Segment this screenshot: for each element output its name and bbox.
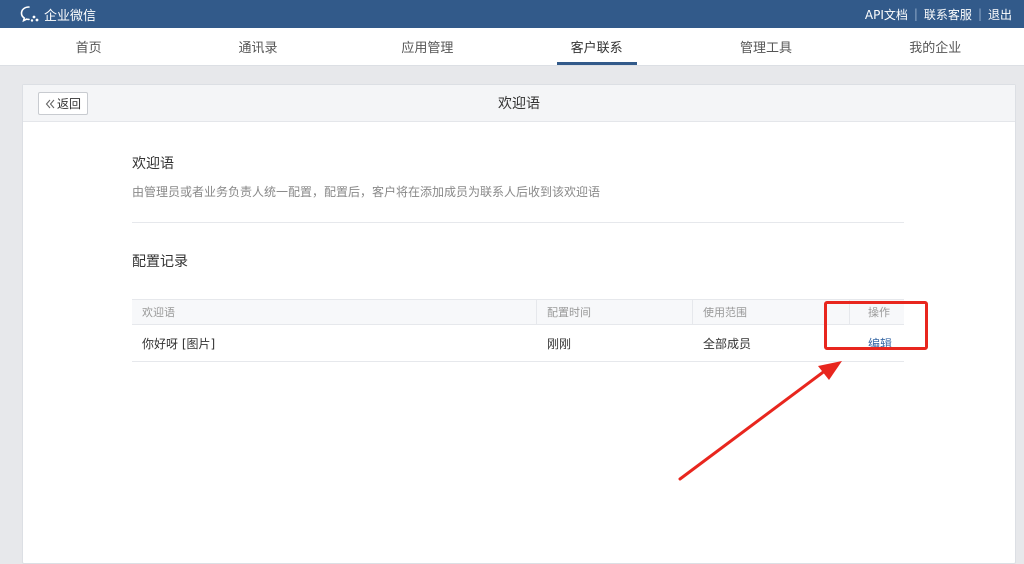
nav-item-label: 通讯录 [238, 41, 278, 56]
divider: | [977, 7, 982, 21]
table-header: 欢迎语 配置时间 使用范围 操作 [132, 300, 904, 325]
api-docs-link[interactable]: API文档 [865, 6, 908, 23]
top-bar: 企业微信 API文档 | 联系客服 | 退出 [0, 0, 1024, 28]
wecom-logo-icon [20, 6, 39, 23]
welcome-section-description: 由管理员或者业务负责人统一配置，配置后，客户将在添加成员为联系人后收到该欢迎语 [132, 185, 601, 199]
column-header-action: 操作 [868, 306, 890, 319]
nav-item-label: 应用管理 [401, 41, 454, 56]
panel-header: 返回 欢迎语 [23, 85, 1015, 122]
nav-item-my-company[interactable]: 我的企业 [851, 28, 1020, 65]
edit-link[interactable]: 编辑 [868, 335, 892, 352]
main-nav: 首页 通讯录 应用管理 客户联系 管理工具 我的企业 [0, 28, 1024, 66]
welcome-panel: 返回 欢迎语 欢迎语 由管理员或者业务负责人统一配置，配置后，客户将在添加成员为… [22, 84, 1016, 564]
nav-item-label: 管理工具 [739, 41, 792, 56]
cell-time: 刚刚 [547, 336, 572, 351]
panel-content: 欢迎语 由管理员或者业务负责人统一配置，配置后，客户将在添加成员为联系人后收到该… [132, 153, 904, 362]
contact-support-link[interactable]: 联系客服 [924, 6, 972, 23]
records-section-title: 配置记录 [132, 254, 188, 270]
section-divider [132, 222, 904, 223]
cell-message: 你好呀 [图片] [142, 336, 216, 351]
column-header-time: 配置时间 [537, 300, 693, 324]
nav-item-label: 我的企业 [909, 41, 962, 56]
column-header-message: 欢迎语 [132, 300, 537, 324]
nav-item-customer-contact[interactable]: 客户联系 [512, 28, 681, 65]
table-row: 你好呀 [图片] 刚刚 全部成员 编辑 [132, 325, 904, 361]
divider: | [913, 7, 918, 21]
top-links: API文档 | 联系客服 | 退出 [865, 6, 1012, 23]
nav-item-contacts[interactable]: 通讯录 [173, 28, 342, 65]
back-button-label: 返回 [57, 97, 82, 111]
records-table: 欢迎语 配置时间 使用范围 操作 你好呀 [图片] 刚刚 全部成员 编辑 [132, 299, 904, 362]
nav-item-label: 首页 [75, 41, 102, 56]
brand[interactable]: 企业微信 [20, 5, 96, 24]
page-title: 欢迎语 [498, 96, 540, 112]
cell-scope: 全部成员 [703, 336, 752, 351]
double-chevron-left-icon [45, 99, 55, 108]
nav-item-admin-tools[interactable]: 管理工具 [681, 28, 850, 65]
nav-item-home[interactable]: 首页 [4, 28, 173, 65]
column-header-scope: 使用范围 [693, 300, 850, 324]
brand-name: 企业微信 [44, 8, 97, 24]
welcome-section-title: 欢迎语 [132, 156, 174, 172]
logout-link[interactable]: 退出 [988, 6, 1012, 23]
nav-item-apps[interactable]: 应用管理 [343, 28, 512, 65]
cell-action: 编辑 [850, 325, 904, 361]
back-button[interactable]: 返回 [38, 92, 89, 115]
nav-item-label: 客户联系 [556, 28, 637, 65]
